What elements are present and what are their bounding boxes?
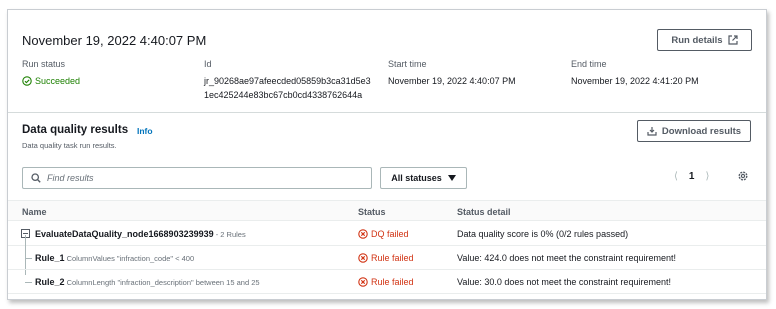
row-status: Rule failed (358, 277, 414, 287)
end-time-label: End time (571, 59, 607, 69)
row-name: EvaluateDataQuality_node1668903239939 - … (35, 229, 246, 239)
search-placeholder: Find results (47, 173, 94, 183)
tree-branch (25, 282, 32, 283)
row-detail: Data quality score is 0% (0/2 rules pass… (457, 229, 629, 239)
run-details-button[interactable]: Run details (657, 29, 752, 51)
run-status-label: Run status (22, 59, 66, 69)
error-circle-icon (358, 277, 368, 287)
results-description: Data quality task run results. (22, 141, 117, 150)
start-time-label: Start time (388, 59, 427, 69)
table-row: Rule_2 ColumnLength "infraction_descript… (8, 270, 766, 294)
search-input[interactable]: Find results (22, 167, 372, 189)
table-row: EvaluateDataQuality_node1668903239939 - … (8, 222, 766, 246)
search-icon (31, 173, 41, 183)
run-id-label: Id (204, 59, 212, 69)
gear-icon[interactable] (737, 170, 749, 182)
check-circle-icon (22, 76, 32, 86)
download-results-button[interactable]: Download results (637, 120, 751, 142)
caret-down-icon (447, 175, 456, 181)
results-title: Data quality results (22, 124, 129, 136)
run-details-label: Run details (671, 34, 723, 46)
row-detail: Value: 424.0 does not meet the constrain… (457, 253, 676, 263)
col-name-header[interactable]: Name (22, 207, 47, 217)
start-time-value: November 19, 2022 4:40:07 PM (388, 76, 516, 86)
row-name: Rule_2 ColumnLength "infraction_descript… (35, 277, 260, 287)
row-name: Rule_1 ColumnValues "infraction_code" < … (35, 253, 195, 263)
table-row: Rule_1 ColumnValues "infraction_code" < … (8, 246, 766, 270)
col-status-header[interactable]: Status (358, 207, 386, 217)
run-title: November 19, 2022 4:40:07 PM (22, 33, 207, 48)
external-link-icon (727, 35, 738, 45)
run-status-text: Succeeded (35, 76, 81, 86)
run-id-value: jr_90268ae97afeecded05859b3ca31d5e3 1ec4… (204, 74, 371, 102)
chevron-right-icon[interactable]: ⟩ (705, 171, 709, 182)
current-page[interactable]: 1 (689, 171, 695, 182)
run-status-value: Succeeded (22, 74, 80, 88)
end-time-value: November 19, 2022 4:41:20 PM (571, 76, 699, 86)
table-header: Name Status Status detail (8, 200, 766, 221)
row-status: Rule failed (358, 253, 414, 263)
tree-branch (25, 258, 32, 259)
col-detail-header[interactable]: Status detail (457, 207, 511, 217)
run-summary: November 19, 2022 4:40:07 PM Run details… (8, 10, 766, 113)
info-link[interactable]: Info (137, 126, 153, 136)
run-details-panel: November 19, 2022 4:40:07 PM Run details… (7, 9, 767, 300)
run-id-line-2: 1ec425244e83bc67cb0cd4338762644a (204, 90, 363, 100)
run-id-line-1: jr_90268ae97afeecded05859b3ca31d5e3 (204, 76, 371, 86)
chevron-left-icon[interactable]: ⟨ (674, 171, 678, 182)
download-icon (647, 127, 657, 136)
row-status: DQ failed (358, 229, 409, 239)
pagination: ⟨ 1 ⟩ (674, 171, 709, 182)
download-results-label: Download results (661, 125, 742, 137)
status-filter-select[interactable]: All statuses (380, 167, 467, 189)
row-detail: Value: 30.0 does not meet the constraint… (457, 277, 671, 287)
error-circle-icon (358, 253, 368, 263)
status-filter-value: All statuses (391, 173, 442, 183)
error-circle-icon (358, 229, 368, 239)
